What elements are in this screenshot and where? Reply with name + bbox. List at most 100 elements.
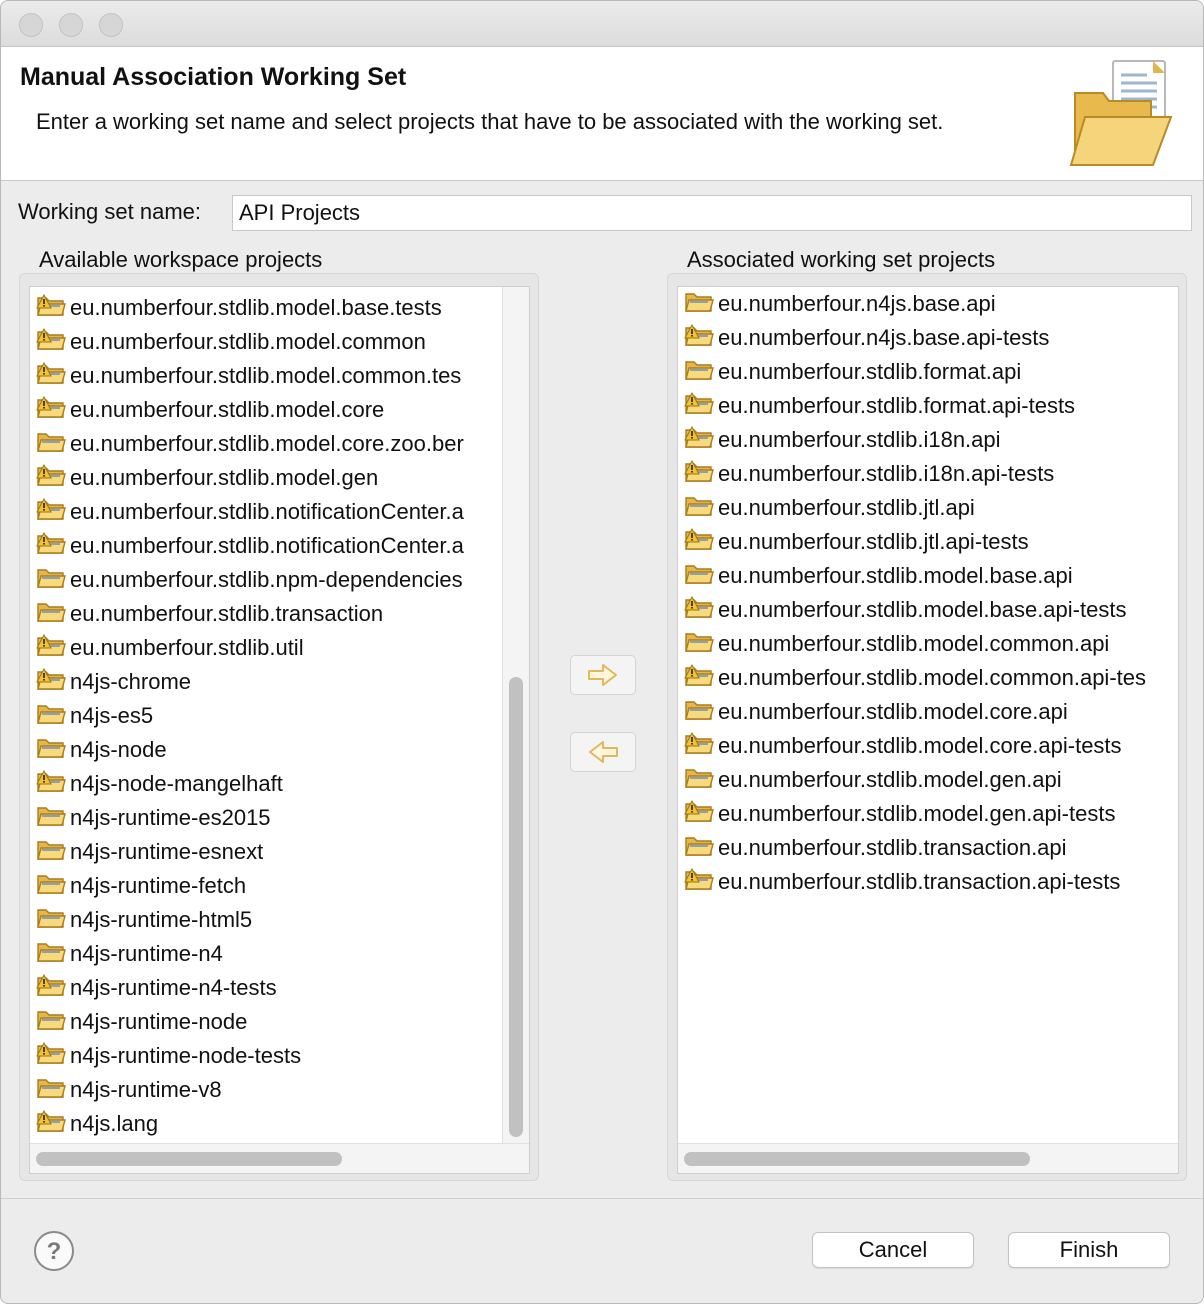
project-list-item[interactable]: eu.numberfour.stdlib.format.api-tests: [678, 389, 1178, 423]
project-list-item[interactable]: eu.numberfour.stdlib.model.core.api-test…: [678, 729, 1178, 763]
project-folder-icon: [684, 630, 716, 658]
project-folder-icon: [36, 430, 68, 458]
project-list-item[interactable]: n4js-runtime-node: [30, 1005, 529, 1039]
project-folder-icon: [685, 361, 714, 380]
project-list-item[interactable]: eu.numberfour.stdlib.format.api: [678, 355, 1178, 389]
project-name: n4js-es5: [70, 703, 154, 728]
project-list-item[interactable]: eu.numberfour.stdlib.transaction.api-tes…: [678, 865, 1178, 899]
project-folder-icon: [685, 769, 714, 788]
warning-icon: [684, 460, 700, 475]
project-name: eu.numberfour.n4js.base.api-tests: [718, 325, 1050, 350]
project-list-item[interactable]: eu.numberfour.stdlib.model.core: [30, 393, 529, 427]
add-project-button[interactable]: [570, 655, 636, 695]
minimize-window-button[interactable]: [59, 13, 83, 37]
project-folder-icon: [36, 872, 68, 900]
project-list-item[interactable]: eu.numberfour.stdlib.model.common.api-te…: [678, 661, 1178, 695]
associated-horizontal-scrollbar[interactable]: [678, 1143, 1178, 1173]
project-list-item[interactable]: n4js-runtime-v8: [30, 1073, 529, 1107]
project-list-item[interactable]: eu.numberfour.stdlib.model.base.api: [678, 559, 1178, 593]
working-set-name-input[interactable]: [232, 195, 1192, 231]
available-vertical-scrollbar[interactable]: [502, 287, 529, 1147]
associated-projects-list[interactable]: eu.numberfour.n4js.base.api eu.numberfour…: [677, 286, 1179, 1174]
project-list-item[interactable]: eu.numberfour.stdlib.jtl.api-tests: [678, 525, 1178, 559]
project-list-item[interactable]: eu.numberfour.stdlib.util: [30, 631, 529, 665]
project-name: eu.numberfour.stdlib.model.core: [70, 397, 385, 422]
project-folder-warning-icon: [36, 328, 68, 356]
working-set-name-label: Working set name:: [18, 199, 202, 224]
finish-button[interactable]: Finish: [1008, 1232, 1170, 1268]
zoom-window-button[interactable]: [99, 13, 123, 37]
available-projects-panel: eu.numberfour.stdlib.model.base.tests eu.…: [19, 273, 539, 1181]
project-list-item[interactable]: n4js-runtime-node-tests: [30, 1039, 529, 1073]
project-folder-icon: [37, 569, 66, 588]
project-folder-icon: [685, 633, 714, 652]
available-horizontal-scroll-thumb[interactable]: [36, 1152, 342, 1166]
cancel-button[interactable]: Cancel: [812, 1232, 974, 1268]
project-list-item[interactable]: eu.numberfour.stdlib.transaction.api: [678, 831, 1178, 865]
project-list-item[interactable]: eu.numberfour.stdlib.i18n.api: [678, 423, 1178, 457]
project-list-item[interactable]: eu.numberfour.n4js.base.api: [678, 287, 1178, 321]
project-list-item[interactable]: eu.numberfour.stdlib.model.base.api-test…: [678, 593, 1178, 627]
project-folder-warning-icon: [684, 460, 716, 488]
title-bar: [1, 1, 1203, 47]
project-list-item[interactable]: eu.numberfour.stdlib.i18n.api-tests: [678, 457, 1178, 491]
project-list-item[interactable]: eu.numberfour.stdlib.model.gen: [30, 461, 529, 495]
project-folder-icon: [36, 736, 68, 764]
project-name: eu.numberfour.n4js.base.api: [718, 291, 996, 316]
dialog-banner: Manual Association Working Set Enter a w…: [1, 47, 1203, 181]
project-list-item[interactable]: n4js-runtime-fetch: [30, 869, 529, 903]
dialog-window: Manual Association Working Set Enter a w…: [0, 0, 1204, 1304]
project-list-item[interactable]: eu.numberfour.stdlib.model.gen.api: [678, 763, 1178, 797]
warning-icon: [36, 668, 52, 683]
project-list-item[interactable]: eu.numberfour.stdlib.model.common.api: [678, 627, 1178, 661]
project-folder-icon: [684, 766, 716, 794]
project-list-item[interactable]: eu.numberfour.stdlib.model.core.api: [678, 695, 1178, 729]
project-list-item[interactable]: eu.numberfour.stdlib.npm-dependencies: [30, 563, 529, 597]
warning-icon: [36, 498, 52, 513]
available-projects-list[interactable]: eu.numberfour.stdlib.model.base.tests eu.…: [29, 286, 530, 1174]
project-name: eu.numberfour.stdlib.notificationCenter.…: [70, 533, 464, 558]
project-list-item[interactable]: n4js-es5: [30, 699, 529, 733]
project-list-item[interactable]: n4js-chrome: [30, 665, 529, 699]
project-folder-icon: [36, 804, 68, 832]
project-name: eu.numberfour.stdlib.jtl.api-tests: [718, 529, 1029, 554]
project-list-item[interactable]: eu.numberfour.stdlib.jtl.api: [678, 491, 1178, 525]
project-list-item[interactable]: n4js-node: [30, 733, 529, 767]
project-list-item[interactable]: eu.numberfour.n4js.base.api-tests: [678, 321, 1178, 355]
associated-horizontal-scroll-thumb[interactable]: [684, 1152, 1030, 1166]
project-list-item[interactable]: n4js.lang: [30, 1107, 529, 1141]
project-folder-icon: [685, 497, 714, 516]
project-list-item[interactable]: eu.numberfour.stdlib.notificationCenter.…: [30, 495, 529, 529]
project-list-item[interactable]: eu.numberfour.stdlib.model.core.zoo.ber: [30, 427, 529, 461]
project-name: n4js-runtime-es2015: [70, 805, 271, 830]
project-list-item[interactable]: eu.numberfour.stdlib.notificationCenter.…: [30, 529, 529, 563]
project-list-item[interactable]: eu.numberfour.stdlib.model.common.tes: [30, 359, 529, 393]
project-list-item[interactable]: eu.numberfour.stdlib.model.common: [30, 325, 529, 359]
project-list-item[interactable]: eu.numberfour.stdlib.model.base.tests: [30, 291, 529, 325]
project-folder-icon: [37, 807, 66, 826]
remove-project-button[interactable]: [570, 732, 636, 772]
project-folder-warning-icon: [684, 664, 716, 692]
project-list-item[interactable]: eu.numberfour.stdlib.transaction: [30, 597, 529, 631]
project-folder-icon: [37, 603, 66, 622]
available-horizontal-scrollbar[interactable]: [30, 1143, 529, 1173]
project-list-item[interactable]: n4js-runtime-es2015: [30, 801, 529, 835]
warning-icon: [684, 392, 700, 407]
project-list-item[interactable]: n4js-node-mangelhaft: [30, 767, 529, 801]
project-folder-warning-icon: [684, 528, 716, 556]
project-folder-warning-icon: [684, 324, 716, 352]
project-list-item[interactable]: n4js-runtime-html5: [30, 903, 529, 937]
available-vertical-scroll-thumb[interactable]: [509, 677, 523, 1137]
project-name: eu.numberfour.stdlib.transaction.api-tes…: [718, 869, 1121, 894]
close-window-button[interactable]: [19, 13, 43, 37]
project-folder-warning-icon: [684, 800, 716, 828]
project-list-item[interactable]: n4js-runtime-esnext: [30, 835, 529, 869]
project-folder-icon: [37, 841, 66, 860]
project-folder-icon: [37, 909, 66, 928]
project-list-item[interactable]: n4js-runtime-n4: [30, 937, 529, 971]
project-list-item[interactable]: eu.numberfour.stdlib.model.gen.api-tests: [678, 797, 1178, 831]
project-folder-icon: [36, 1076, 68, 1104]
help-icon[interactable]: ?: [33, 1230, 75, 1272]
warning-icon: [36, 294, 52, 309]
project-list-item[interactable]: n4js-runtime-n4-tests: [30, 971, 529, 1005]
